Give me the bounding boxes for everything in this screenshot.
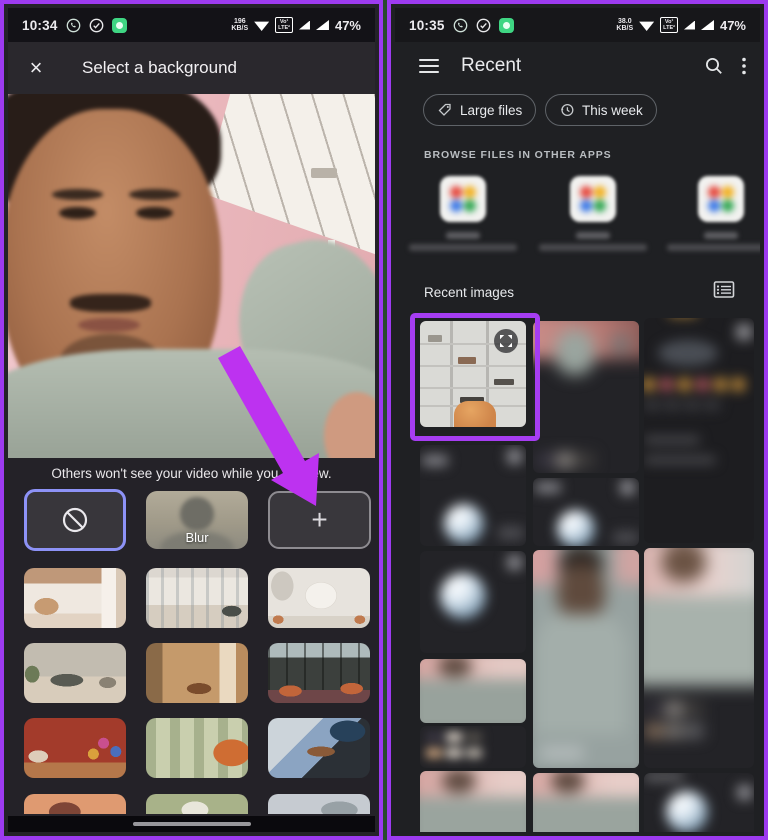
recent-image-blurred[interactable] [644, 318, 754, 543]
background-thumbnail[interactable] [24, 794, 126, 814]
signal-icon-sim1 [298, 20, 310, 30]
photos-app-shortcut[interactable] [698, 176, 744, 222]
blur-label: Blur [185, 530, 209, 545]
search-icon[interactable] [704, 56, 724, 76]
blurred-account-label [667, 244, 760, 251]
blurred-app-label [576, 232, 610, 239]
background-thumbnail[interactable] [24, 568, 126, 628]
blurred-app-label [704, 232, 738, 239]
tag-icon [437, 102, 453, 118]
green-app-icon [498, 17, 514, 33]
page-title: Recent [461, 55, 522, 76]
chip-label: This week [582, 102, 643, 118]
network-speed: 196 KB/S [231, 18, 249, 32]
files-screenshot-panel: 10:35 38.0 KB/S Vo¹ LTE² 47% Recent Larg… [387, 0, 768, 840]
status-time: 10:35 [409, 17, 445, 33]
blur-silhouette [180, 497, 214, 531]
menu-icon[interactable] [419, 59, 439, 73]
self-video-preview [8, 94, 375, 458]
history-icon [559, 102, 575, 118]
wifi-icon [254, 21, 270, 31]
gesture-nav-bar [8, 816, 375, 832]
photos-app-shortcut[interactable] [570, 176, 616, 222]
whatsapp-icon [66, 18, 81, 33]
check-circle-icon [476, 18, 491, 33]
page-title: Select a background [82, 58, 237, 77]
signal-icon-sim2 [315, 20, 329, 30]
background-thumbnail[interactable] [146, 643, 248, 703]
no-background-button[interactable] [24, 489, 126, 551]
recent-image-blurred[interactable] [533, 478, 639, 546]
recent-image-blurred[interactable] [644, 773, 754, 832]
plus-icon: + [311, 504, 328, 535]
background-thumbnail[interactable] [268, 718, 370, 778]
recent-image-blurred[interactable] [420, 445, 526, 546]
recent-image-selected[interactable] [420, 321, 526, 427]
list-view-toggle-icon[interactable] [713, 280, 735, 300]
background-thumbnail[interactable] [268, 643, 370, 703]
recent-image-blurred[interactable] [420, 659, 526, 723]
more-options-icon[interactable] [742, 57, 746, 75]
recent-image-blurred[interactable] [533, 773, 639, 832]
check-circle-icon [89, 18, 104, 33]
signal-icon-sim2 [700, 20, 714, 30]
chair-decor [454, 401, 496, 427]
green-app-icon [111, 17, 127, 33]
filter-chip-this-week[interactable]: This week [545, 94, 657, 126]
background-thumbnail[interactable] [146, 568, 248, 628]
close-icon[interactable]: × [16, 55, 56, 81]
status-time: 10:34 [22, 17, 58, 33]
volte-icon: Vo¹ LTE² [660, 17, 678, 33]
photos-app-shortcut[interactable] [440, 176, 486, 222]
background-thumbnail[interactable] [146, 718, 248, 778]
volte-icon: Vo¹ LTE² [275, 17, 293, 33]
signal-icon-sim1 [683, 20, 695, 30]
app-bar: Recent [395, 42, 760, 90]
app-bar: × Select a background [8, 42, 375, 94]
blurred-account-label [539, 244, 647, 251]
recent-image-blurred[interactable] [644, 548, 754, 768]
blurred-app-label [446, 232, 480, 239]
preview-privacy-note: Others won't see your video while you pr… [8, 458, 375, 488]
recent-image-blurred[interactable] [533, 321, 639, 473]
battery-percent: 47% [719, 17, 746, 33]
person-in-preview [8, 94, 375, 458]
recent-image-blurred[interactable] [420, 726, 526, 768]
recent-image-blurred[interactable] [420, 771, 526, 832]
background-thumbnail[interactable] [24, 643, 126, 703]
blurred-account-label [409, 244, 517, 251]
status-bar: 10:34 196 KB/S Vo¹ LTE² 47% [8, 8, 375, 42]
background-thumbnail[interactable] [268, 794, 370, 814]
network-speed: 38.0 KB/S [616, 18, 634, 32]
expand-icon[interactable] [494, 329, 518, 353]
battery-percent: 47% [334, 17, 361, 33]
background-thumbnail[interactable] [146, 794, 248, 814]
home-handle[interactable] [132, 822, 251, 826]
status-bar: 10:35 38.0 KB/S Vo¹ LTE² 47% [395, 8, 760, 42]
recent-image-blurred[interactable] [533, 550, 639, 768]
whatsapp-icon [453, 18, 468, 33]
filter-chip-large-files[interactable]: Large files [423, 94, 537, 126]
chip-label: Large files [460, 102, 523, 118]
recent-images-title: Recent images [424, 285, 515, 300]
add-background-button[interactable]: + [268, 491, 371, 549]
background-thumbnail[interactable] [268, 568, 370, 628]
recent-image-blurred[interactable] [420, 551, 526, 653]
browse-section-title: BROWSE FILES IN OTHER APPS [424, 149, 612, 161]
block-icon [59, 504, 91, 536]
meet-screenshot-panel: 10:34 196 KB/S Vo¹ LTE² 47% × Select a bac… [0, 0, 383, 840]
wifi-icon [639, 21, 655, 31]
background-thumbnail[interactable] [24, 718, 126, 778]
blur-background-button[interactable]: Blur [146, 491, 248, 549]
